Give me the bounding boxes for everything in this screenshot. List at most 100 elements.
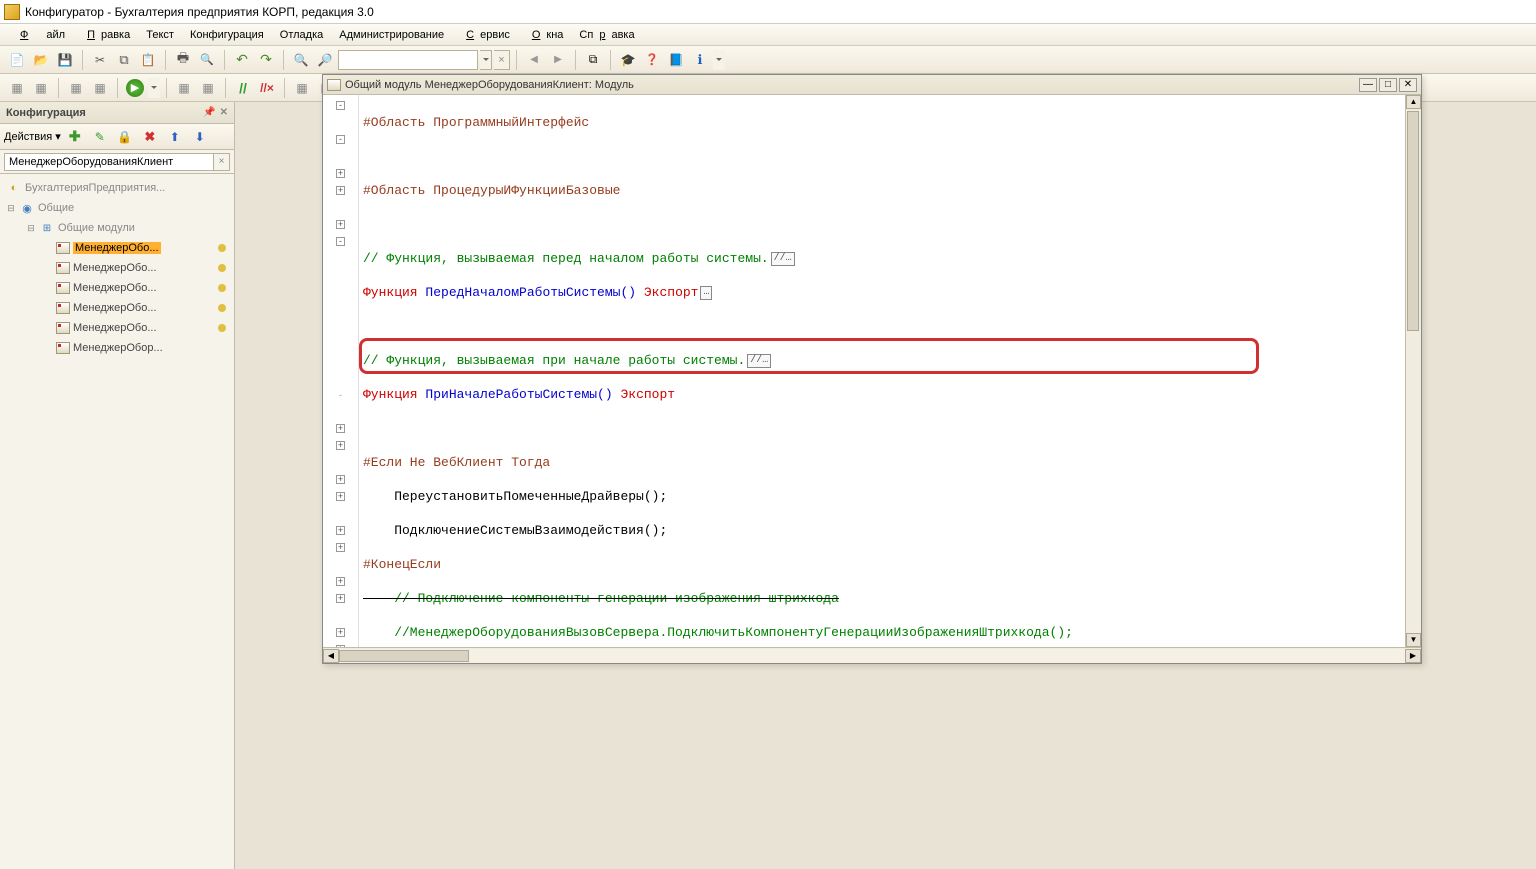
expand-icon[interactable]: ⊟ — [6, 203, 16, 214]
tree-modules[interactable]: ⊟ Общие модули — [2, 218, 232, 238]
fold-toggle[interactable]: + — [336, 441, 345, 450]
scroll-track[interactable] — [339, 649, 1405, 663]
preview-button[interactable] — [196, 49, 218, 71]
fold-toggle[interactable]: - — [336, 135, 345, 144]
syntax-helper-button[interactable] — [665, 49, 687, 71]
tree-module-item[interactable]: МенеджерОбо... — [2, 318, 232, 338]
scroll-down-button[interactable]: ▼ — [1406, 633, 1421, 647]
move-down-button[interactable]: ⬇ — [189, 126, 211, 148]
zoom-button[interactable] — [314, 49, 336, 71]
scroll-right-button[interactable]: ▶ — [1405, 649, 1421, 663]
tree-module-item[interactable]: МенеджерОбо... — [2, 298, 232, 318]
code-window-titlebar[interactable]: Общий модуль МенеджерОборудованияКлиент:… — [323, 75, 1421, 95]
new-button[interactable] — [6, 49, 28, 71]
fold-toggle[interactable]: + — [336, 169, 345, 178]
horizontal-scrollbar[interactable]: ◀ ▶ — [323, 647, 1421, 663]
uncomment-button[interactable]: //× — [256, 77, 278, 99]
delete-button[interactable]: ✖ — [139, 126, 161, 148]
fold-toggle[interactable]: + — [336, 475, 345, 484]
minimize-button[interactable]: — — [1359, 78, 1377, 92]
config-close-icon[interactable]: ✕ — [220, 107, 228, 118]
help-button[interactable] — [641, 49, 663, 71]
fold-toggle[interactable]: + — [336, 543, 345, 552]
tree-common[interactable]: ⊟ Общие — [2, 198, 232, 218]
wizard-button[interactable] — [617, 49, 639, 71]
redo-button[interactable] — [255, 49, 277, 71]
search-input[interactable] — [338, 50, 478, 70]
close-button[interactable]: ✕ — [1399, 78, 1417, 92]
tb2-btn3[interactable] — [65, 77, 87, 99]
menu-windows[interactable]: Окна — [520, 27, 570, 43]
save-button[interactable] — [54, 49, 76, 71]
fold-indicator[interactable]: //… — [747, 354, 771, 368]
tree-module-item[interactable]: МенеджерОбо... — [2, 258, 232, 278]
fold-toggle[interactable]: + — [336, 186, 345, 195]
tb2-btn6[interactable] — [197, 77, 219, 99]
find-button[interactable] — [290, 49, 312, 71]
menu-service[interactable]: Сервис — [454, 27, 516, 43]
cut-button[interactable] — [89, 49, 111, 71]
fold-toggle[interactable]: - — [336, 237, 345, 246]
search-clear-button[interactable]: × — [494, 50, 510, 70]
fold-indicator[interactable]: //… — [771, 252, 795, 266]
fold-toggle[interactable]: + — [336, 526, 345, 535]
tree-module-item[interactable]: МенеджерОбор... — [2, 338, 232, 358]
expand-icon[interactable]: ⊟ — [26, 223, 36, 234]
actions-menu[interactable]: Действия ▾ — [4, 130, 61, 143]
code-gutter[interactable]: - - + + + - - + + + + + + — [323, 95, 359, 647]
menu-edit[interactable]: Правка — [75, 27, 136, 43]
tb2-btn4[interactable] — [89, 77, 111, 99]
config-search-clear[interactable]: × — [214, 153, 230, 171]
menu-debug[interactable]: Отладка — [274, 27, 329, 43]
maximize-button[interactable]: □ — [1379, 78, 1397, 92]
fold-toggle[interactable]: + — [336, 594, 345, 603]
scroll-left-button[interactable]: ◀ — [323, 649, 339, 663]
fold-toggle[interactable]: + — [336, 220, 345, 229]
fold-toggle[interactable]: + — [336, 577, 345, 586]
fold-toggle[interactable]: + — [336, 645, 345, 647]
scroll-up-button[interactable]: ▲ — [1406, 95, 1421, 109]
menu-config[interactable]: Конфигурация — [184, 27, 270, 43]
windows-button[interactable] — [582, 49, 604, 71]
add-button[interactable]: ✚ — [64, 126, 86, 148]
menu-file[interactable]: Файл — [8, 27, 71, 43]
undo-button[interactable] — [231, 49, 253, 71]
fold-toggle[interactable]: - — [336, 101, 345, 110]
edit-button[interactable]: ✎ — [89, 126, 111, 148]
scroll-thumb[interactable] — [339, 650, 469, 662]
tb2-btn2[interactable] — [30, 77, 52, 99]
nav-back-button[interactable] — [523, 49, 545, 71]
run-dropdown[interactable] — [148, 78, 160, 98]
search-dropdown[interactable] — [480, 50, 492, 70]
comment-button[interactable]: // — [232, 77, 254, 99]
code-text-area[interactable]: #Область ПрограммныйИнтерфейс #Область П… — [359, 95, 1421, 647]
move-up-button[interactable]: ⬆ — [164, 126, 186, 148]
fold-toggle[interactable]: + — [336, 492, 345, 501]
tree-root[interactable]: ◐ БухгалтерияПредприятия... — [2, 178, 232, 198]
fold-toggle[interactable]: + — [336, 628, 345, 637]
config-pin-icon[interactable]: 📌 — [203, 107, 215, 118]
menu-text[interactable]: Текст — [140, 27, 180, 43]
paste-button[interactable] — [137, 49, 159, 71]
lock-button[interactable]: 🔒 — [114, 126, 136, 148]
config-search-input[interactable] — [4, 153, 214, 171]
info-dropdown[interactable] — [713, 50, 725, 70]
copy-button[interactable] — [113, 49, 135, 71]
scroll-thumb[interactable] — [1407, 111, 1419, 331]
vertical-scrollbar[interactable]: ▲ ▼ — [1405, 95, 1421, 647]
nav-forward-button[interactable] — [547, 49, 569, 71]
info-button[interactable] — [689, 49, 711, 71]
tb2-btn7[interactable] — [291, 77, 313, 99]
config-tree[interactable]: ◐ БухгалтерияПредприятия... ⊟ Общие ⊟ Об… — [0, 174, 234, 869]
tree-module-item[interactable]: МенеджерОбо... — [2, 238, 232, 258]
fold-indicator[interactable]: … — [700, 286, 712, 300]
tb2-btn1[interactable] — [6, 77, 28, 99]
tb2-btn5[interactable] — [173, 77, 195, 99]
fold-toggle[interactable]: + — [336, 424, 345, 433]
tree-module-item[interactable]: МенеджерОбо... — [2, 278, 232, 298]
print-button[interactable] — [172, 49, 194, 71]
menu-admin[interactable]: Администрирование — [333, 27, 450, 43]
run-button[interactable] — [124, 77, 146, 99]
open-button[interactable] — [30, 49, 52, 71]
menu-help[interactable]: Справка — [573, 27, 640, 43]
